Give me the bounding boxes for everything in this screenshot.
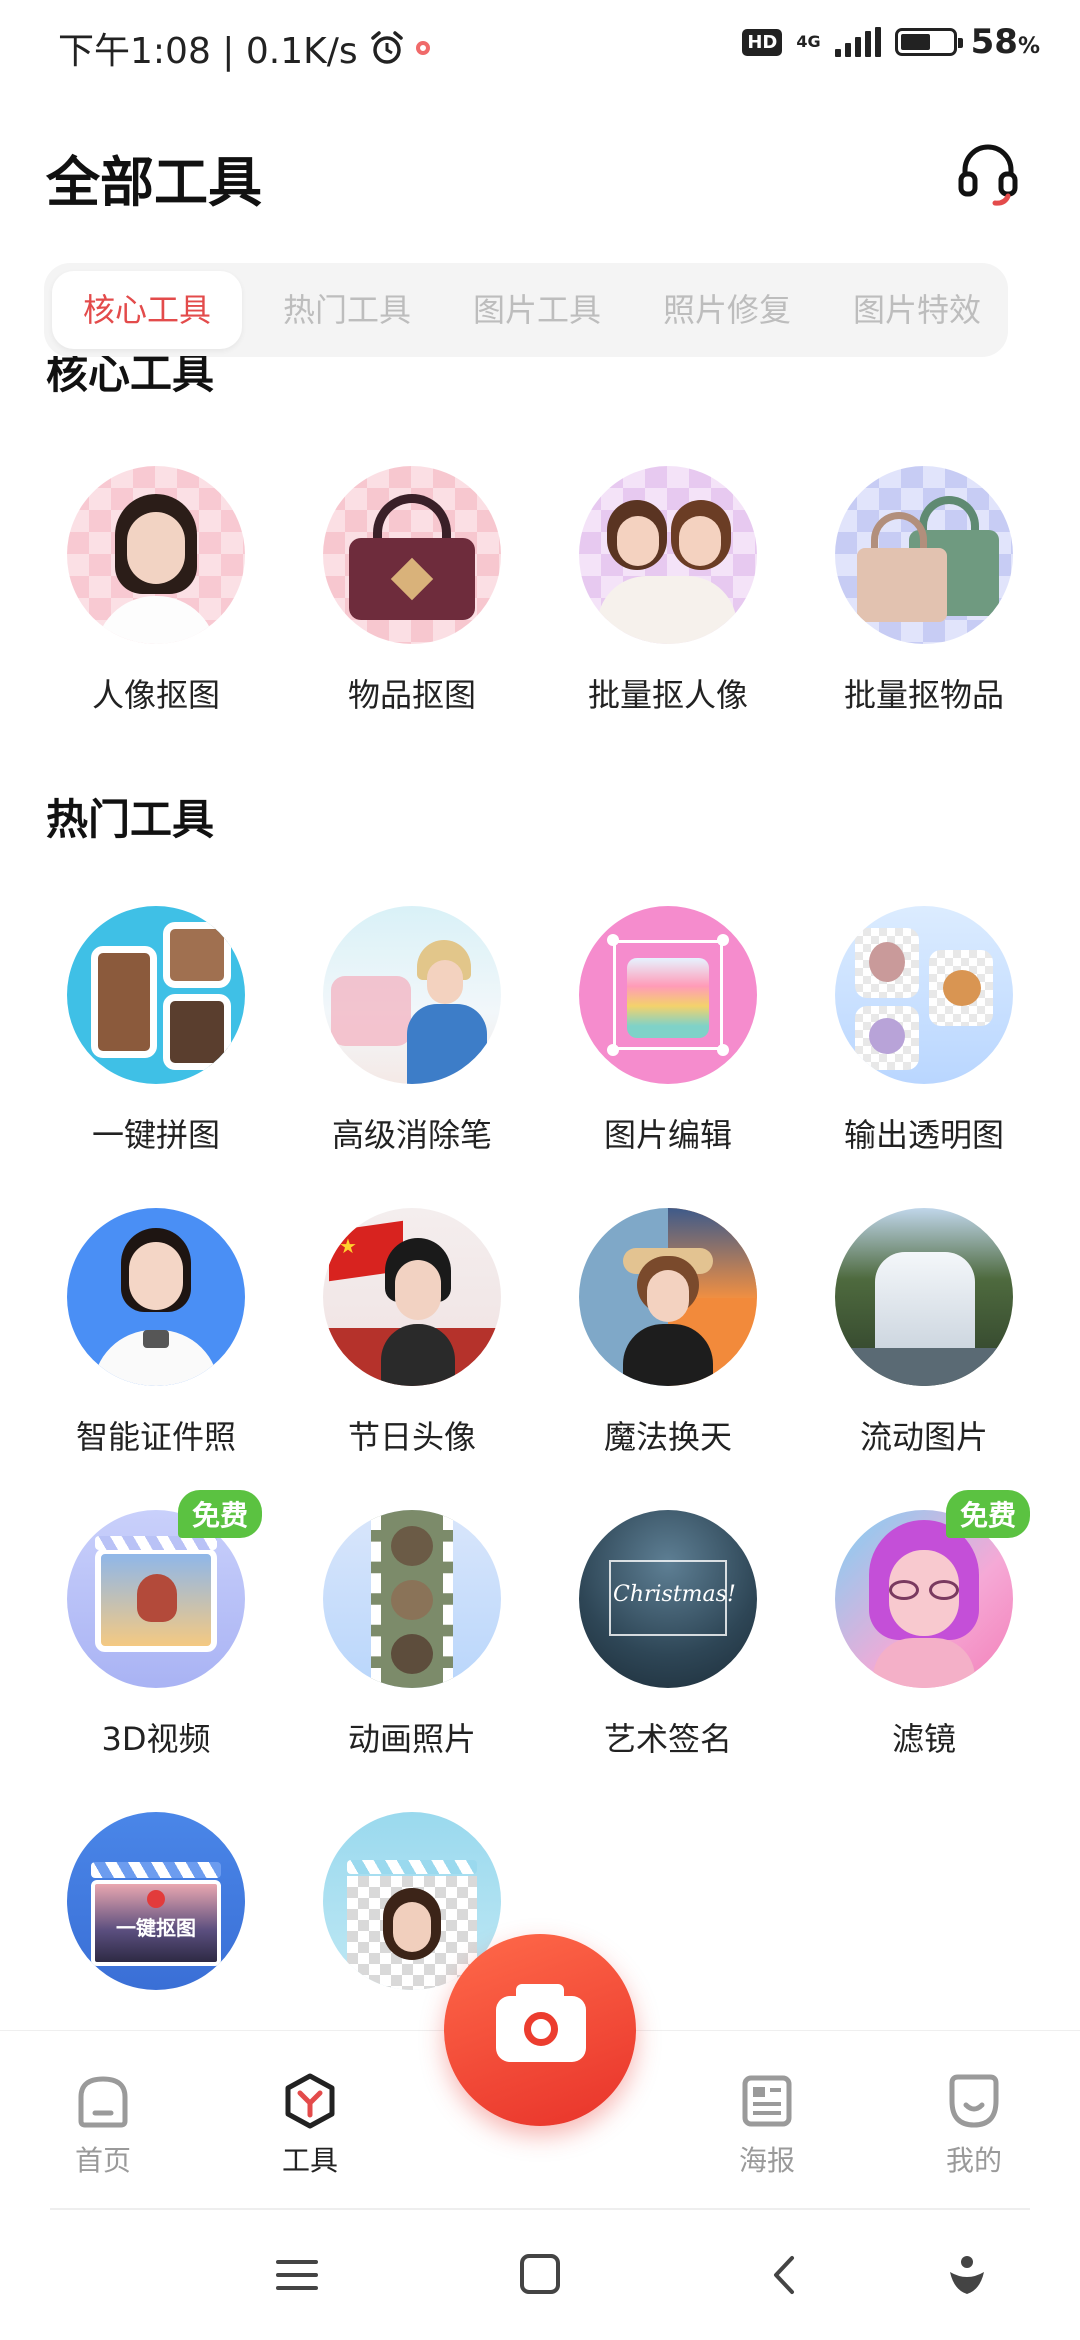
tool-id-photo[interactable]: 智能证件照 xyxy=(46,1208,266,1458)
camera-button[interactable] xyxy=(444,1934,636,2126)
eraser-pen-icon xyxy=(323,906,501,1084)
tool-waterfall-motion[interactable]: 流动图片 xyxy=(814,1208,1034,1458)
nav-label: 工具 xyxy=(281,2144,338,2177)
tool-label: 物品抠图 xyxy=(347,676,476,714)
tool-eraser-pen[interactable]: 高级消除笔 xyxy=(302,906,522,1156)
tool-label: 魔法换天 xyxy=(603,1418,732,1456)
tab-hot-tools[interactable]: 热门工具 xyxy=(252,271,442,349)
tool-label: 批量抠物品 xyxy=(843,676,1004,714)
waterfall-motion-icon xyxy=(835,1208,1013,1386)
recording-dot-icon xyxy=(415,41,430,55)
nav-profile[interactable]: 我的 xyxy=(914,2071,1034,2179)
assistant-icon[interactable] xyxy=(944,2252,990,2298)
page-title: 全部工具 xyxy=(46,151,262,214)
tool-label: 节日头像 xyxy=(347,1418,476,1456)
sky-replace-icon xyxy=(579,1208,757,1386)
collage-icon xyxy=(67,906,245,1084)
poster-icon xyxy=(742,2075,792,2127)
tool-label: 输出透明图 xyxy=(843,1116,1004,1154)
camera-lens-icon xyxy=(524,2012,558,2046)
nav-label: 海报 xyxy=(738,2144,795,2177)
tab-photo-repair[interactable]: 照片修复 xyxy=(632,271,822,349)
tool-batch-object[interactable]: 批量抠物品 xyxy=(814,466,1034,716)
tool-object-cutout[interactable]: 物品抠图 xyxy=(302,466,522,716)
handbag-cutout-icon xyxy=(323,466,501,644)
tool-label: 一键拼图 xyxy=(91,1116,220,1154)
battery-icon xyxy=(894,28,963,56)
tool-filter[interactable]: 免费 滤镜 xyxy=(814,1490,1034,1760)
system-nav-bar xyxy=(0,2212,1080,2340)
tab-image-effects[interactable]: 图片特效 xyxy=(822,271,1012,349)
tool-film-animation[interactable]: 动画照片 xyxy=(302,1510,522,1760)
portrait-cutout-icon xyxy=(67,466,245,644)
profile-icon xyxy=(949,2074,999,2128)
network-type: 4G xyxy=(796,32,821,51)
signal-icon xyxy=(834,27,881,57)
tool-label: 3D视频 xyxy=(101,1720,211,1758)
status-time-speed: 下午1:08 | 0.1K/s xyxy=(58,31,358,72)
nav-tools[interactable]: 工具 xyxy=(250,2071,370,2179)
tab-image-tools[interactable]: 图片工具 xyxy=(442,271,632,349)
nav-label: 首页 xyxy=(74,2144,131,2177)
tool-label: 流动图片 xyxy=(859,1418,988,1456)
batch-object-icon xyxy=(835,466,1013,644)
tool-festival-avatar[interactable]: ★ 节日头像 xyxy=(302,1208,522,1458)
transparent-export-icon xyxy=(835,906,1013,1084)
tab-core-tools[interactable]: 核心工具 xyxy=(52,271,242,349)
tool-collage[interactable]: 一键拼图 xyxy=(46,906,266,1156)
status-bar: 下午1:08 | 0.1K/s HD 4G 58% xyxy=(0,0,1080,90)
film-animation-icon xyxy=(323,1510,501,1688)
battery-percent: 58% xyxy=(970,22,1040,62)
status-left: 下午1:08 | 0.1K/s xyxy=(58,22,430,74)
nav-home[interactable]: 首页 xyxy=(43,2071,163,2179)
back-icon[interactable] xyxy=(764,2252,804,2298)
one-click-cutout-icon: 一键抠图 xyxy=(67,1812,245,1990)
tool-label: 艺术签名 xyxy=(603,1720,732,1758)
tool-label: 滤镜 xyxy=(891,1720,956,1758)
tool-3d-video[interactable]: 免费 3D视频 xyxy=(46,1490,266,1760)
free-badge: 免费 xyxy=(177,1490,262,1538)
festival-avatar-icon: ★ xyxy=(323,1208,501,1386)
home-icon xyxy=(78,2076,128,2128)
tool-image-edit[interactable]: 图片编辑 xyxy=(558,906,778,1156)
tool-one-click-cutout[interactable]: 一键抠图 xyxy=(46,1812,266,1990)
nav-divider xyxy=(50,2208,1030,2210)
art-signature-icon: Christmas! xyxy=(579,1510,757,1688)
signature-text: Christmas! xyxy=(613,1582,736,1607)
tool-transparent-export[interactable]: 输出透明图 xyxy=(814,906,1034,1156)
section-title-hot: 热门工具 xyxy=(46,795,215,844)
nav-label: 我的 xyxy=(945,2144,1002,2177)
home-square-icon[interactable] xyxy=(518,2252,562,2296)
tool-label: 高级消除笔 xyxy=(331,1116,492,1154)
tool-label: 批量抠人像 xyxy=(587,676,748,714)
tool-art-signature[interactable]: Christmas! 艺术签名 xyxy=(558,1510,778,1760)
tool-sky-replace[interactable]: 魔法换天 xyxy=(558,1208,778,1458)
alarm-icon xyxy=(370,31,403,64)
tool-label: 智能证件照 xyxy=(75,1418,236,1456)
tool-label: 人像抠图 xyxy=(91,676,220,714)
id-photo-icon xyxy=(67,1208,245,1386)
one-click-cutout-text: 一键抠图 xyxy=(116,1916,196,1940)
status-right: HD 4G 58% xyxy=(742,22,1040,62)
tool-batch-portrait[interactable]: 批量抠人像 xyxy=(558,466,778,716)
tab-bar: 核心工具 热门工具 图片工具 照片修复 图片特效 xyxy=(44,263,1008,357)
battery-fill xyxy=(900,34,930,50)
image-edit-icon xyxy=(579,906,757,1084)
hd-badge: HD xyxy=(742,28,783,56)
tool-label: 图片编辑 xyxy=(603,1116,732,1154)
batch-portrait-icon xyxy=(579,466,757,644)
tool-label: 动画照片 xyxy=(347,1720,476,1758)
tool-portrait-cutout[interactable]: 人像抠图 xyxy=(46,466,266,716)
tools-icon xyxy=(285,2073,335,2129)
nav-poster[interactable]: 海报 xyxy=(707,2071,827,2179)
menu-icon[interactable] xyxy=(274,2252,320,2298)
headset-support-icon[interactable] xyxy=(955,140,1021,206)
free-badge: 免费 xyxy=(945,1490,1030,1538)
